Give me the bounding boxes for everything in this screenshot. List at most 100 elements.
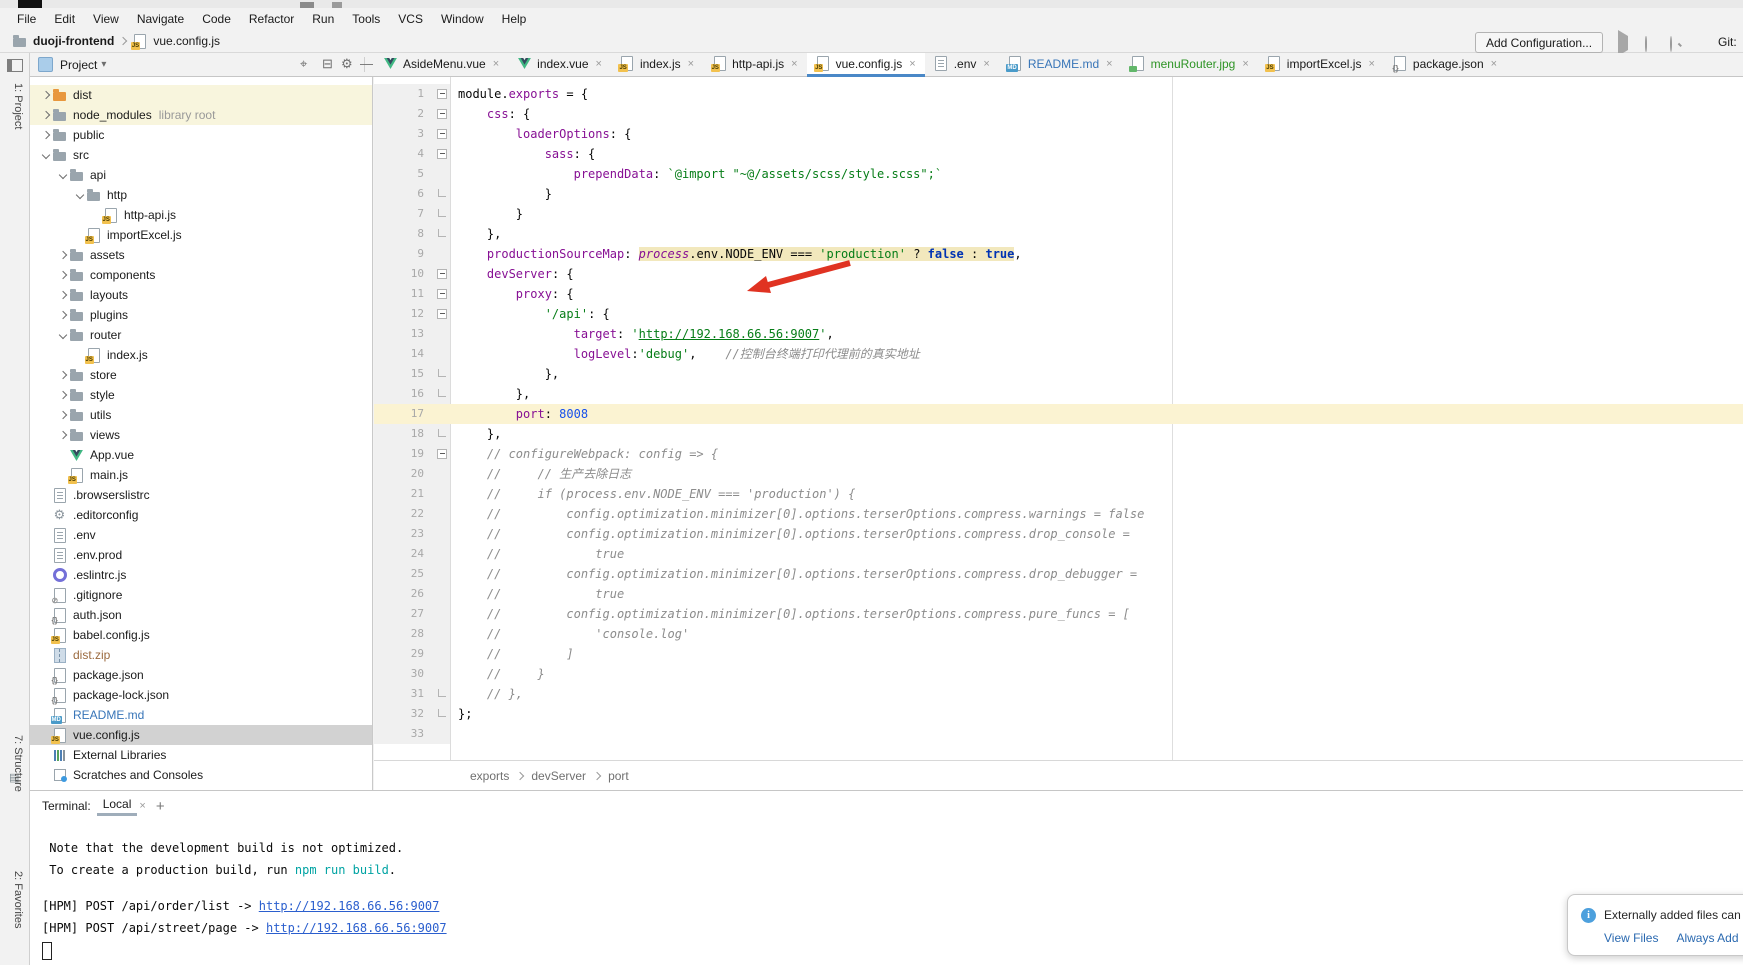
menu-item-file[interactable]: File xyxy=(8,10,45,28)
coverage-icon[interactable] xyxy=(1670,37,1684,49)
tree-item-.gitignore[interactable]: ⊘.gitignore xyxy=(30,585,372,605)
tree-item-.eslintrc.js[interactable]: .eslintrc.js xyxy=(30,565,372,585)
code-text[interactable]: // config.optimization.minimizer[0].opti… xyxy=(450,564,1137,584)
code-text[interactable]: // if (process.env.NODE_ENV === 'product… xyxy=(450,484,855,504)
code-text[interactable]: target: 'http://192.168.66.56:9007', xyxy=(450,324,834,344)
code-text[interactable]: // config.optimization.minimizer[0].opti… xyxy=(450,504,1144,524)
tree-item-http[interactable]: http xyxy=(30,185,372,205)
code-line-27[interactable]: 27 // config.optimization.minimizer[0].o… xyxy=(374,604,1743,624)
fold-marker[interactable] xyxy=(434,129,450,139)
fold-marker[interactable] xyxy=(434,309,450,319)
code-line-19[interactable]: 19 // configureWebpack: config => { xyxy=(374,444,1743,464)
terminal-panel[interactable]: Terminal: Local × + Note that the develo… xyxy=(30,790,1743,965)
tree-item-scratches-and-consoles[interactable]: Scratches and Consoles xyxy=(30,765,372,785)
tree-item-public[interactable]: public xyxy=(30,125,372,145)
editor-breadcrumb-port[interactable]: port xyxy=(608,769,629,783)
tree-item-router[interactable]: router xyxy=(30,325,372,345)
chevron-right-icon[interactable] xyxy=(57,429,69,441)
code-text[interactable]: // } xyxy=(450,664,545,684)
chevron-down-icon[interactable] xyxy=(57,329,69,341)
tree-item-dist.zip[interactable]: dist.zip xyxy=(30,645,372,665)
code-text[interactable]: css: { xyxy=(450,104,530,124)
code-line-33[interactable]: 33 xyxy=(374,724,1743,744)
tree-item-importexcel.js[interactable]: JSimportExcel.js xyxy=(30,225,372,245)
close-icon[interactable]: × xyxy=(983,58,989,70)
fold-marker[interactable] xyxy=(434,712,450,717)
code-line-24[interactable]: 24 // true xyxy=(374,544,1743,564)
notification-action-view-files[interactable]: View Files xyxy=(1604,931,1658,945)
code-text[interactable]: loaderOptions: { xyxy=(450,124,631,144)
tree-item-store[interactable]: store xyxy=(30,365,372,385)
code-line-20[interactable]: 20 // // 生产去除日志 xyxy=(374,464,1743,484)
close-icon[interactable]: × xyxy=(139,800,145,812)
terminal-tab-local[interactable]: Local xyxy=(101,797,134,816)
chevron-right-icon[interactable] xyxy=(40,129,52,141)
project-panel-title[interactable]: Project xyxy=(60,58,97,72)
tool-window-project-button[interactable]: 1: Project xyxy=(12,83,24,129)
tree-item-.browserslistrc[interactable]: .browserslistrc xyxy=(30,485,372,505)
tree-item-readme.md[interactable]: MDREADME.md xyxy=(30,705,372,725)
menu-item-refactor[interactable]: Refactor xyxy=(240,10,303,28)
fold-marker[interactable] xyxy=(434,192,450,197)
code-line-3[interactable]: 3 loaderOptions: { xyxy=(374,124,1743,144)
terminal-link[interactable]: http://192.168.66.56:9007 xyxy=(259,899,440,913)
code-text[interactable]: logLevel:'debug', //控制台终端打印代理前的真实地址 xyxy=(450,344,920,364)
chevron-right-icon[interactable] xyxy=(57,369,69,381)
code-text[interactable]: // config.optimization.minimizer[0].opti… xyxy=(450,604,1130,624)
tree-item-src[interactable]: src xyxy=(30,145,372,165)
code-text[interactable]: }; xyxy=(450,704,472,724)
code-line-4[interactable]: 4 sass: { xyxy=(374,144,1743,164)
code-line-16[interactable]: 16 }, xyxy=(374,384,1743,404)
code-line-15[interactable]: 15 }, xyxy=(374,364,1743,384)
tree-item-vue.config.js[interactable]: JSvue.config.js xyxy=(30,725,372,745)
chevron-down-icon[interactable] xyxy=(74,189,86,201)
code-text[interactable]: // 'console.log' xyxy=(450,624,689,644)
chevron-right-icon[interactable] xyxy=(40,109,52,121)
chevron-right-icon[interactable] xyxy=(57,249,69,261)
tree-item-components[interactable]: components xyxy=(30,265,372,285)
code-text[interactable]: // configureWebpack: config => { xyxy=(450,444,718,464)
tab-readme.md[interactable]: MDREADME.md× xyxy=(999,53,1122,77)
code-text[interactable]: sass: { xyxy=(450,144,595,164)
code-line-17[interactable]: 17 port: 8008 xyxy=(374,404,1743,424)
tool-window-structure-button[interactable]: 7: Structure xyxy=(12,735,24,792)
add-configuration-button[interactable]: Add Configuration... xyxy=(1475,32,1603,53)
chevron-right-icon[interactable] xyxy=(57,269,69,281)
new-terminal-icon[interactable]: + xyxy=(156,798,165,815)
tree-item-views[interactable]: views xyxy=(30,425,372,445)
close-icon[interactable]: × xyxy=(1106,58,1112,70)
fold-marker[interactable] xyxy=(434,432,450,437)
code-text[interactable]: proxy: { xyxy=(450,284,574,304)
tree-item-http-api.js[interactable]: JShttp-api.js xyxy=(30,205,372,225)
hide-panel-icon[interactable]: — xyxy=(360,56,373,72)
fold-marker[interactable] xyxy=(434,149,450,159)
menu-item-run[interactable]: Run xyxy=(303,10,343,28)
fold-marker[interactable] xyxy=(434,269,450,279)
editor-breadcrumb-devserver[interactable]: devServer xyxy=(531,769,586,783)
code-line-28[interactable]: 28 // 'console.log' xyxy=(374,624,1743,644)
code-text[interactable]: }, xyxy=(450,424,501,444)
code-text[interactable]: // }, xyxy=(450,684,523,704)
stop-icon[interactable] xyxy=(1696,38,1710,50)
tree-item-api[interactable]: api xyxy=(30,165,372,185)
code-text[interactable]: // // 生产去除日志 xyxy=(450,464,631,484)
debug-icon[interactable] xyxy=(1645,37,1659,49)
chevron-down-icon[interactable]: ▾ xyxy=(101,59,106,70)
tree-item-.env[interactable]: .env xyxy=(30,525,372,545)
tab-package.json[interactable]: {}package.json× xyxy=(1384,53,1506,77)
code-line-6[interactable]: 6 } xyxy=(374,184,1743,204)
code-line-1[interactable]: 1module.exports = { xyxy=(374,84,1743,104)
tree-item-layouts[interactable]: layouts xyxy=(30,285,372,305)
tree-item-style[interactable]: style xyxy=(30,385,372,405)
code-line-29[interactable]: 29 // ] xyxy=(374,644,1743,664)
tree-item-assets[interactable]: assets xyxy=(30,245,372,265)
code-line-32[interactable]: 32}; xyxy=(374,704,1743,724)
fold-marker[interactable] xyxy=(434,372,450,377)
notification-action-always-add[interactable]: Always Add xyxy=(1676,931,1738,945)
gear-icon[interactable]: ⚙ xyxy=(341,56,353,72)
run-icon[interactable] xyxy=(1618,36,1632,48)
code-line-21[interactable]: 21 // if (process.env.NODE_ENV === 'prod… xyxy=(374,484,1743,504)
fold-marker[interactable] xyxy=(434,89,450,99)
code-line-25[interactable]: 25 // config.optimization.minimizer[0].o… xyxy=(374,564,1743,584)
breadcrumb-project[interactable]: duoji-frontend xyxy=(33,34,114,48)
